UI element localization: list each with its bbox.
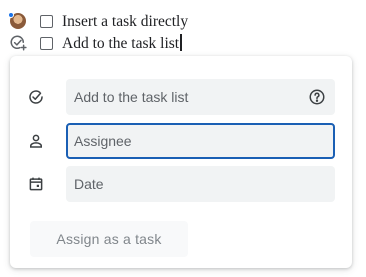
date-input[interactable] — [74, 176, 335, 192]
doc-text-line2: Add to the task list — [62, 35, 180, 52]
person-icon — [26, 131, 46, 151]
date-row — [10, 166, 352, 202]
task-title-row: Add to the task list — [10, 79, 352, 115]
check-circle-icon — [26, 87, 46, 107]
assign-as-task-button[interactable]: Assign as a task — [30, 221, 188, 257]
text-caret — [180, 34, 182, 51]
calendar-icon — [26, 174, 46, 194]
doc-text-line1: Insert a task directly — [62, 13, 189, 30]
task-assign-card: Add to the task list Assignee Date Assig… — [10, 56, 352, 268]
doc-text-line2-wrap: Add to the task list — [62, 34, 182, 54]
date-input-field[interactable] — [66, 166, 335, 202]
assignee-row — [10, 123, 352, 159]
assignee-input[interactable] — [74, 133, 333, 149]
help-icon[interactable] — [307, 87, 327, 107]
task-checkbox-1[interactable] — [40, 15, 53, 28]
task-title-value: Add to the task list — [74, 89, 189, 105]
presence-dot — [8, 12, 14, 18]
user-avatar-icon[interactable] — [8, 11, 28, 31]
assignee-input-field[interactable] — [66, 123, 335, 159]
add-task-icon[interactable] — [8, 33, 28, 53]
task-title-field[interactable]: Add to the task list — [66, 79, 335, 115]
task-checkbox-2[interactable] — [40, 37, 53, 50]
